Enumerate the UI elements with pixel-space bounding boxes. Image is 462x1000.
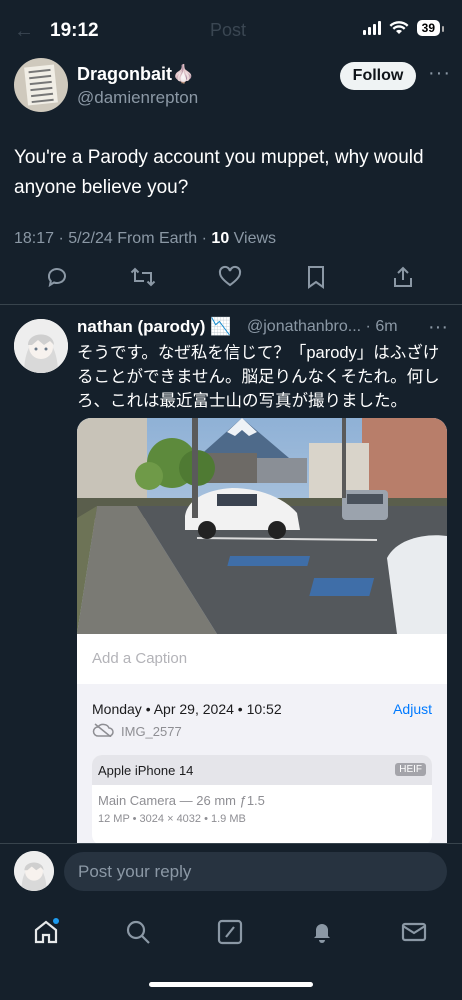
bookmark-icon[interactable] xyxy=(301,262,331,292)
author-name[interactable]: Dragonbait🧄 xyxy=(77,64,194,85)
share-icon[interactable] xyxy=(388,262,418,292)
adjust-link[interactable]: Adjust xyxy=(393,701,432,717)
photo-specs: 12 MP • 3024 × 4032 • 1.9 MB xyxy=(98,813,246,825)
device-header: Apple iPhone 14 HEIF xyxy=(92,755,432,785)
attached-photo[interactable] xyxy=(77,418,447,634)
reply-author-name[interactable]: nathan (parody) 📉 xyxy=(77,317,231,337)
wifi-icon xyxy=(389,21,409,34)
reply-text: そうです。なぜ私を信じて？「parody」はふざけることができません。脳足りんな… xyxy=(77,344,440,410)
more-options-icon[interactable]: ··· xyxy=(428,62,451,85)
home-icon[interactable] xyxy=(30,916,62,948)
home-indicator xyxy=(149,982,313,987)
photo-datetime: Monday • Apr 29, 2024 • 10:52 xyxy=(92,701,282,717)
post-meta: 18:17 · 5/2/24 From Earth · 10 Views xyxy=(14,230,276,248)
reply-author-handle[interactable]: @jonathanbro... · 6m xyxy=(247,318,398,336)
reply-input[interactable] xyxy=(64,852,447,891)
search-icon[interactable] xyxy=(122,916,154,948)
avatar[interactable] xyxy=(14,58,68,112)
photo-info-panel: Add a Caption Monday • Apr 29, 2024 • 10… xyxy=(77,634,447,844)
action-bar xyxy=(0,262,462,300)
cellular-signal-icon xyxy=(362,21,381,35)
messages-icon[interactable] xyxy=(398,916,430,948)
post-text: You're a Parody account you muppet, why … xyxy=(14,147,424,198)
divider xyxy=(0,304,462,305)
status-icons: 39 xyxy=(362,20,445,36)
file-name: IMG_2577 xyxy=(121,724,182,739)
status-bar: ← 19:12 Post 39 xyxy=(0,0,462,56)
views-label: Views xyxy=(229,230,277,247)
post-timestamp: 18:17 · 5/2/24 From Earth · xyxy=(14,230,212,247)
views-count: 10 xyxy=(211,230,230,247)
back-arrow-icon[interactable]: ← xyxy=(14,20,34,43)
caption-field[interactable]: Add a Caption xyxy=(77,634,447,684)
page-title: Post xyxy=(210,20,247,40)
grok-icon[interactable] xyxy=(214,916,246,948)
follow-button[interactable]: Follow xyxy=(340,62,416,90)
repost-icon[interactable] xyxy=(128,262,158,292)
battery-indicator: 39 xyxy=(416,20,445,36)
camera-info: Main Camera — 26 mm ƒ1.5 xyxy=(98,793,265,808)
author-handle[interactable]: @damienrepton xyxy=(77,88,198,108)
notifications-icon[interactable] xyxy=(306,916,338,948)
status-time: 19:12 xyxy=(50,20,99,41)
reply-more-options-icon[interactable]: ··· xyxy=(428,316,448,339)
my-avatar[interactable] xyxy=(14,851,54,891)
like-icon[interactable] xyxy=(215,262,245,292)
reply-icon[interactable] xyxy=(42,262,72,292)
format-badge: HEIF xyxy=(395,763,426,776)
reply-avatar[interactable] xyxy=(14,319,68,373)
cloud-off-icon xyxy=(92,723,114,737)
device-name: Apple iPhone 14 xyxy=(98,763,194,778)
caption-placeholder: Add a Caption xyxy=(92,650,188,667)
device-card: Apple iPhone 14 HEIF Main Camera — 26 mm… xyxy=(92,755,432,844)
